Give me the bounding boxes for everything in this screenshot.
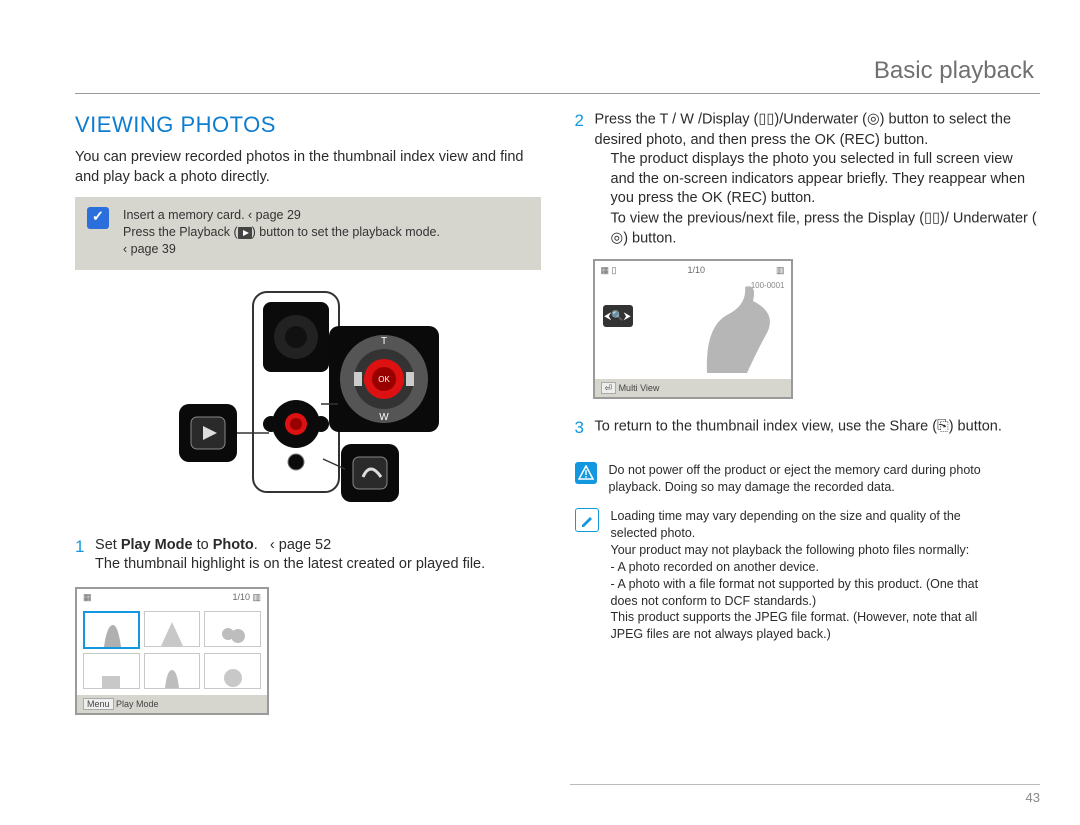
battery-icon: ▥ (252, 592, 261, 602)
manual-page: Basic playback VIEWING PHOTOS You can pr… (0, 0, 1080, 825)
note-l2: selected photo. (611, 525, 979, 542)
step2-p1b: )/Underwater ( (774, 112, 867, 128)
thumbnail-3 (204, 611, 261, 647)
precheck-line2b: ) button to set the playback mode. (252, 225, 440, 239)
device-figure: T W OK (75, 284, 541, 514)
note-callout: Loading time may vary depending on the s… (575, 508, 1041, 643)
warn-l2: playback. Doing so may damage the record… (609, 479, 981, 496)
full-footer-label: Multi View (619, 383, 660, 393)
note-l8: JPEG files are not always played back.) (611, 626, 979, 643)
warning-icon (575, 462, 597, 484)
step1-text-c: to (193, 537, 213, 553)
step1-photo: Photo (213, 537, 254, 553)
full-counter: 1/10 (687, 264, 705, 276)
left-column: VIEWING PHOTOS You can preview recorded … (75, 110, 541, 729)
note-l1: Loading time may vary depending on the s… (611, 508, 979, 525)
camcorder-illustration: T W OK (173, 284, 443, 514)
step2-p3c: ) button. (623, 231, 676, 247)
step1-text-a: Set (95, 537, 121, 553)
back-button-label: ⏎ (601, 382, 617, 394)
menu-button-label: Menu (83, 698, 114, 710)
step-3-num: 3 (575, 417, 591, 440)
note-l6: does not conform to DCF standards.) (611, 593, 979, 610)
thumbnail-5 (144, 653, 201, 689)
zoom-icon: ⮜🔍⮞ (603, 305, 633, 327)
step-3: 3 To return to the thumbnail index view,… (575, 417, 1041, 440)
step1-ref: ‹ page 52 (270, 537, 331, 553)
note-l5: - A photo with a file format not support… (611, 576, 979, 593)
precheck-line1-ref: ‹ page 29 (248, 208, 301, 222)
thumbnail-6 (204, 653, 261, 689)
step-2: 2 Press the T / W /Display (▯▯)/Underwat… (575, 110, 1041, 399)
underwater-icon-2: ◎ (611, 229, 624, 249)
intro-text: You can preview recorded photos in the t… (75, 148, 541, 187)
fullscreen-preview: ▦ ▯ 1/10 ▥ 100-0001 ⮜🔍⮞ (593, 259, 793, 399)
note-icon (575, 508, 599, 532)
step1-line2: The thumbnail highlight is on the latest… (95, 555, 539, 575)
step2-p3a: To view the previous/next file, press th… (611, 210, 925, 226)
footer-rule (570, 784, 1040, 785)
step-1-num: 1 (75, 536, 91, 559)
step1-text-e: . (254, 537, 262, 553)
silhouette-icon (687, 277, 777, 373)
photo-mode-icon-2: ▦ ▯ (601, 264, 617, 276)
note-l4: - A photo recorded on another device. (611, 559, 979, 576)
precheck-box: ✓ Insert a memory card. ‹ page 29 Press … (75, 197, 541, 270)
photo-mode-icon: ▦ (83, 591, 92, 603)
thumbnail-index-preview: ▦ 1/10 ▥ Menu Pl (75, 587, 269, 715)
step3-text-b: ) button. (949, 419, 1002, 435)
section-title: VIEWING PHOTOS (75, 110, 541, 140)
svg-text:W: W (379, 412, 389, 423)
display-icon-2: ▯▯ (924, 209, 940, 229)
two-column-layout: VIEWING PHOTOS You can preview recorded … (75, 110, 1040, 729)
svg-text:T: T (381, 336, 387, 347)
step2-p3b: )/ Underwater ( (940, 210, 1037, 226)
step-1: 1 Set Play Mode to Photo. ‹ page 52 The … (75, 536, 541, 715)
right-column: 2 Press the T / W /Display (▯▯)/Underwat… (575, 110, 1041, 729)
battery-icon-2: ▥ (776, 264, 785, 276)
step3-text-a: To return to the thumbnail index view, u… (595, 419, 938, 435)
note-l7: This product supports the JPEG file form… (611, 609, 979, 626)
display-icon: ▯▯ (758, 110, 774, 130)
precheck-line3: ‹ page 39 (123, 241, 440, 258)
thumbnail-1 (83, 611, 140, 649)
step2-p2: The product displays the photo you selec… (595, 150, 1039, 209)
thumb-footer-label: Play Mode (116, 699, 159, 709)
warn-l1: Do not power off the product or eject th… (609, 462, 981, 479)
thumbnail-2 (144, 611, 201, 647)
note-l3: Your product may not playback the follow… (611, 542, 979, 559)
precheck-line2a: Press the Playback ( (123, 225, 238, 239)
page-number: 43 (1026, 789, 1040, 807)
play-icon (238, 227, 252, 239)
thumbnail-4 (83, 653, 140, 689)
check-icon: ✓ (87, 207, 109, 229)
underwater-icon: ◎ (867, 110, 880, 130)
warning-callout: Do not power off the product or eject th… (575, 462, 1041, 496)
share-icon: ⎘ (937, 417, 949, 437)
step2-p1a: Press the T / W /Display ( (595, 112, 759, 128)
precheck-line1a: Insert a memory card. (123, 208, 248, 222)
step1-playmode: Play Mode (121, 537, 193, 553)
step-2-num: 2 (575, 110, 591, 133)
thumb-counter: 1/10 (232, 592, 250, 602)
svg-text:OK: OK (378, 375, 390, 384)
breadcrumb: Basic playback (75, 55, 1040, 94)
